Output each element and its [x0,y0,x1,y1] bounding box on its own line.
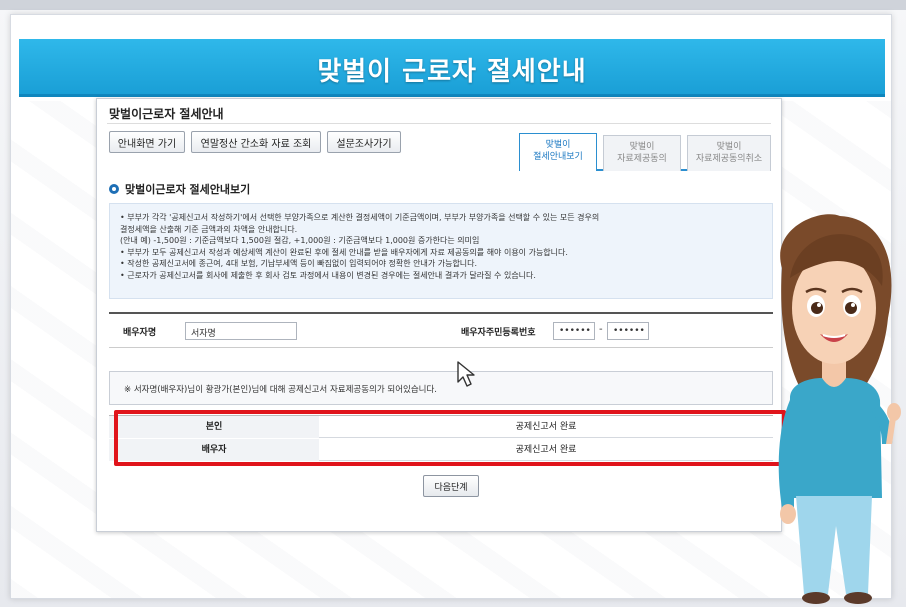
table-row: 배우자 공제신고서 완료 [109,439,773,461]
section-bullet-icon [109,184,119,194]
home-button[interactable]: 안내화면 가기 [109,131,185,153]
table-row: 본인 공제신고서 완료 [109,416,773,438]
spouse-info-row: 배우자명 서자명 배우자주민등록번호 •••••• - •••••• [109,312,773,348]
notice-line: (안내 예) -1,500원 : 기준금액보다 1,500원 절감, +1,00… [120,236,480,245]
spouse-rrn-label: 배우자주민등록번호 [461,328,536,338]
survey-button[interactable]: 설문조사가기 [327,131,401,153]
service-window: 맞벌이근로자 절세안내 안내화면 가기 연말정산 간소화 자료 조회 설문조사가… [96,98,782,532]
tab-consent-cancel[interactable]: 맞벌이 자료제공동의취소 [687,135,771,171]
tab-bar: 맞벌이 절세안내보기 맞벌이 자료제공동의 맞벌이 자료제공동의취소 [519,131,771,171]
tab-data-consent[interactable]: 맞벌이 자료제공동의 [603,135,681,171]
tab-label-line1: 맞벌이 [629,142,655,152]
window-title: 맞벌이근로자 절세안내 [109,107,224,121]
next-step-button[interactable]: 다음단계 [423,475,479,497]
spouse-name-label: 배우자명 [123,328,157,338]
status-value-spouse: 공제신고서 완료 [515,445,577,455]
section-title: 맞벌이근로자 절세안내보기 [125,183,251,196]
app-frame: 맞벌이 근로자 절세안내 맞벌이근로자 절세안내 안내화면 가기 연말정산 간소… [0,0,906,607]
notice-line: • 부부가 모두 공제신고서 작성과 예상세액 계산이 완료된 후에 절세 안내… [120,247,568,257]
tab-tax-guide[interactable]: 맞벌이 절세안내보기 [519,133,597,171]
tab-label-line1: 맞벌이 [545,140,571,150]
mouse-cursor-icon [457,361,475,387]
tab-label-line1: 맞벌이 [716,142,742,152]
status-label-spouse: 배우자 [109,439,319,461]
tab-label-line2: 자료제공동의 [617,154,667,164]
status-label-self: 본인 [109,416,319,438]
tab-label-line2: 자료제공동의취소 [695,154,763,164]
consent-message: ※ 서자명(배우자)님이 황광가(본인)님에 대해 공제신고서 자료제공동의가 … [109,371,773,405]
notice-line: • 근로자가 공제신고서를 회사에 제출한 후 회사 검토 과정에서 내용이 변… [120,270,536,280]
rrn-back-field[interactable]: •••••• [607,322,649,340]
notice-box: • 부부가 각각 '공제신고서 작성하기'에서 선택한 부양가족으로 계산한 결… [109,203,773,299]
notice-line: 결정세액을 산출해 기준 금액과의 차액을 안내합니다. [120,224,298,234]
section-heading: 맞벌이근로자 절세안내보기 [109,181,250,197]
notice-line: • 작성한 공제신고서에 종근여, 4대 보험, 기납부세액 등이 빠짐없이 입… [120,259,478,268]
rrn-separator: - [599,324,603,335]
rrn-front-field[interactable]: •••••• [553,322,595,340]
banner-title: 맞벌이 근로자 절세안내 [317,57,587,87]
title-banner: 맞벌이 근로자 절세안내 [19,39,885,97]
title-divider [107,123,771,124]
status-table: 본인 공제신고서 완료 배우자 공제신고서 완료 [109,415,773,461]
tab-label-line2: 절세안내보기 [533,152,583,162]
lookup-button[interactable]: 연말정산 간소화 자료 조회 [191,131,321,153]
presenter-character [778,214,901,604]
notice-line: • 부부가 각각 '공제신고서 작성하기'에서 선택한 부양가족으로 계산한 결… [120,213,600,222]
frame-top-bar [0,0,906,10]
spouse-name-field[interactable]: 서자명 [185,322,297,340]
status-value-self: 공제신고서 완료 [515,422,577,432]
